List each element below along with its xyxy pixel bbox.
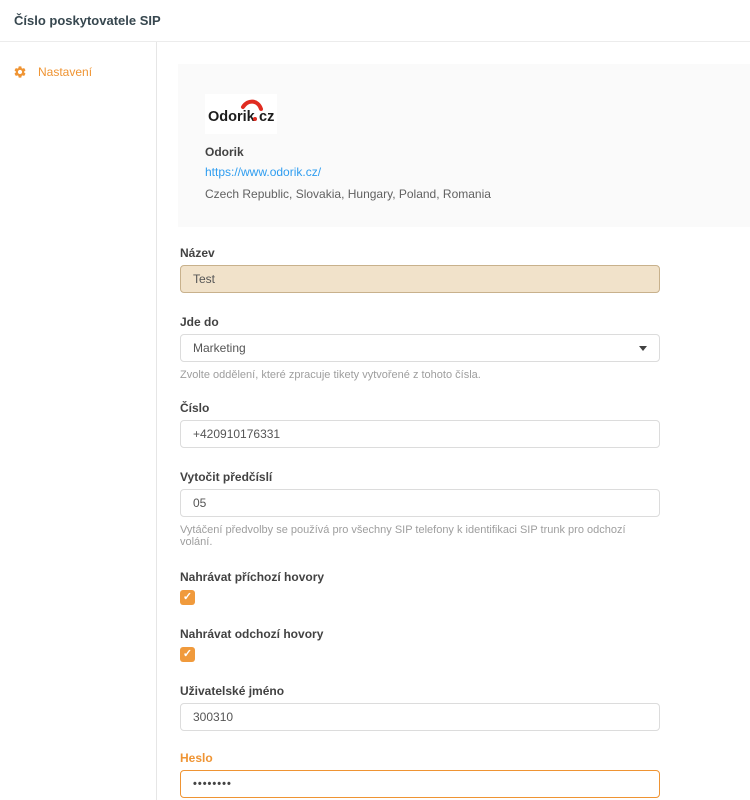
provider-url-link[interactable]: https://www.odorik.cz/ — [205, 165, 321, 179]
logo-text-suffix: cz — [259, 109, 274, 125]
sidebar-item-label: Nastavení — [38, 65, 92, 79]
cislo-input[interactable] — [180, 420, 660, 448]
sip-provider-form: Název Jde do Marketing Zvolte oddělení, … — [180, 246, 660, 800]
uzivatelske-jmeno-input[interactable] — [180, 703, 660, 731]
provider-countries: Czech Republic, Slovakia, Hungary, Polan… — [205, 187, 730, 201]
content-area: Odorik cz Odorik https://www.odorik.cz/ … — [157, 42, 750, 800]
provider-card: Odorik cz Odorik https://www.odorik.cz/ … — [178, 64, 750, 227]
main-layout: Nastavení Odorik cz Odorik https://www.o… — [0, 42, 750, 800]
sidebar-item-nastaveni[interactable]: Nastavení — [0, 65, 156, 79]
uzivatelske-jmeno-label: Uživatelské jméno — [180, 684, 660, 698]
page-title: Číslo poskytovatele SIP — [14, 13, 161, 28]
provider-name: Odorik — [205, 145, 730, 159]
checkmark-icon: ✓ — [183, 649, 192, 660]
heslo-label: Heslo — [180, 751, 660, 765]
chevron-down-icon — [639, 346, 647, 351]
nazev-input[interactable] — [180, 265, 660, 293]
nahravat-prichozi-label: Nahrávat příchozí hovory — [180, 570, 660, 584]
odorik-logo: Odorik cz — [205, 94, 277, 134]
gear-icon — [13, 65, 27, 79]
nazev-label: Název — [180, 246, 660, 260]
sidebar: Nastavení — [0, 42, 157, 800]
predcisli-help: Vytáčení předvolby se používá pro všechn… — [180, 524, 660, 548]
logo-red-dot — [253, 117, 257, 121]
jde-do-help: Zvolte oddělení, které zpracuje tikety v… — [180, 369, 660, 381]
logo-text-main: Odorik — [208, 109, 256, 125]
jde-do-selected-value: Marketing — [193, 341, 246, 355]
jde-do-label: Jde do — [180, 315, 660, 329]
nahravat-prichozi-checkbox[interactable]: ✓ — [180, 590, 195, 605]
predcisli-input[interactable] — [180, 489, 660, 517]
heslo-input[interactable] — [180, 770, 660, 798]
jde-do-select[interactable]: Marketing — [180, 334, 660, 362]
page-header: Číslo poskytovatele SIP — [0, 0, 750, 42]
cislo-label: Číslo — [180, 401, 660, 415]
nahravat-odchozi-label: Nahrávat odchozí hovory — [180, 627, 660, 641]
nahravat-odchozi-checkbox[interactable]: ✓ — [180, 647, 195, 662]
checkmark-icon: ✓ — [183, 592, 192, 603]
predcisli-label: Vytočit předčíslí — [180, 470, 660, 484]
